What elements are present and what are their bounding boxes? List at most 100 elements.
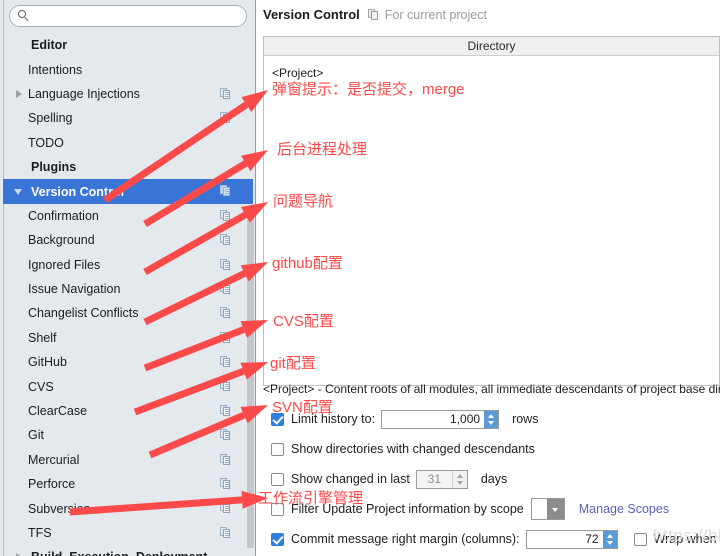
sidebar-item-ignored-files[interactable]: Ignored Files (3, 253, 253, 277)
sidebar-item-github[interactable]: GitHub (3, 350, 253, 374)
sidebar-item-label: Plugins (31, 160, 77, 175)
commit-margin-label: Commit message right margin (columns): (291, 532, 520, 546)
limit-history-label: Limit history to: (291, 412, 376, 426)
copy-settings-icon[interactable] (220, 526, 231, 539)
sidebar-item-label: Editor (31, 38, 68, 53)
sidebar-scrollbar[interactable] (246, 213, 255, 551)
sidebar-item-perforce[interactable]: Perforce (3, 472, 253, 496)
sidebar-item-build-execution-deployment[interactable]: Build, Execution, Deployment (3, 545, 253, 556)
copy-settings-icon[interactable] (220, 282, 231, 295)
sidebar-item-label: Build, Execution, Deployment (31, 550, 207, 556)
copy-settings-icon[interactable] (220, 404, 231, 417)
sidebar-item-confirmation[interactable]: Confirmation (3, 204, 253, 228)
sidebar-item-label: Confirmation (28, 208, 99, 223)
option-show-changed[interactable]: Show changed in last 31 days (263, 464, 720, 494)
sidebar-item-version-control[interactable]: Version Control (3, 179, 253, 204)
panel-subtitle: For current project (384, 7, 487, 22)
settings-tree[interactable]: Editor Intentions Language Injections Spell… (3, 33, 253, 556)
limit-history-stepper[interactable]: 1,000 (381, 409, 500, 429)
table-body[interactable]: <Project> (264, 56, 719, 386)
directory-table[interactable]: Directory <Project> (263, 36, 720, 386)
sidebar-scrollbar-thumb[interactable] (247, 213, 254, 548)
limit-history-stepper-arrows[interactable] (484, 410, 499, 428)
commit-margin-value[interactable]: 72 (527, 531, 603, 548)
sidebar-item-label: TODO (28, 135, 64, 150)
copy-page-icon[interactable] (367, 8, 379, 21)
copy-settings-icon[interactable] (220, 453, 231, 466)
sidebar-item-issue-navigation[interactable]: Issue Navigation (3, 277, 253, 301)
chevron-right-icon[interactable] (13, 550, 27, 556)
sidebar-item-label: Spelling (28, 111, 73, 126)
table-row[interactable]: <Project> (272, 66, 323, 80)
directory-description: <Project> - Content roots of all modules… (263, 382, 720, 396)
show-changed-checkbox[interactable] (271, 472, 284, 486)
sidebar-item-label: CVS (28, 379, 54, 394)
option-limit-history[interactable]: Limit history to: 1,000 rows (263, 404, 720, 434)
search-input[interactable] (35, 8, 239, 24)
copy-settings-icon[interactable] (220, 87, 231, 100)
sidebar-item-shelf[interactable]: Shelf (3, 326, 253, 350)
filter-scope-checkbox[interactable] (271, 502, 284, 516)
limit-history-checkbox[interactable] (271, 412, 284, 426)
copy-settings-icon[interactable] (220, 234, 231, 246)
copy-settings-icon[interactable] (220, 185, 231, 197)
copy-settings-icon[interactable] (220, 112, 231, 124)
copy-settings-icon[interactable] (220, 331, 231, 344)
sidebar-item-label: TFS (28, 526, 52, 540)
commit-margin-stepper-arrows[interactable] (602, 530, 617, 548)
sidebar-item-git[interactable]: Git (3, 423, 253, 447)
commit-margin-stepper[interactable]: 72 (525, 529, 618, 549)
copy-settings-icon[interactable] (220, 429, 231, 441)
scope-dropdown[interactable] (530, 498, 565, 520)
sidebar-item-label: Perforce (28, 477, 76, 492)
show-changed-stepper-arrows[interactable] (451, 470, 467, 488)
copy-settings-icon[interactable] (220, 502, 231, 514)
sidebar-item-intentions[interactable]: Intentions (3, 57, 253, 81)
show-directories-checkbox[interactable] (271, 442, 284, 456)
sidebar-item-background[interactable]: Background (3, 228, 253, 252)
table-header-row: Directory (264, 37, 719, 56)
copy-settings-icon[interactable] (220, 209, 231, 222)
copy-settings-icon[interactable] (220, 478, 231, 490)
chevron-right-icon[interactable] (13, 87, 27, 101)
copy-settings-icon[interactable] (220, 258, 231, 271)
show-changed-value[interactable]: 31 (417, 471, 452, 488)
sidebar-item-mercurial[interactable]: Mercurial (3, 448, 253, 472)
sidebar-item-label: Issue Navigation (28, 282, 121, 297)
sidebar-item-label: Ignored Files (28, 257, 101, 272)
chevron-down-icon[interactable] (13, 185, 27, 199)
sidebar-item-plugins[interactable]: Plugins (3, 155, 253, 179)
sidebar-item-label: ClearCase (28, 404, 88, 419)
option-show-directories[interactable]: Show directories with changed descendant… (263, 434, 720, 464)
column-header-directory: Directory (467, 39, 516, 53)
copy-settings-icon[interactable] (220, 307, 231, 319)
manage-scopes-link[interactable]: Manage Scopes (579, 502, 669, 516)
show-directories-label: Show directories with changed descendant… (291, 442, 535, 456)
copy-settings-icon[interactable] (220, 356, 231, 368)
sidebar-item-editor[interactable]: Editor (3, 33, 253, 57)
show-changed-stepper[interactable]: 31 (415, 469, 468, 489)
chevron-down-icon[interactable] (546, 499, 564, 519)
option-commit-margin[interactable]: Commit message right margin (columns): 7… (263, 524, 720, 554)
commit-margin-checkbox[interactable] (271, 532, 284, 546)
sidebar-item-clearcase[interactable]: ClearCase (3, 399, 253, 423)
sidebar-item-cvs[interactable]: CVS (3, 374, 253, 398)
sidebar-item-tfs[interactable]: TFS (3, 521, 253, 545)
filter-scope-label: Filter Update Project information by sco… (291, 502, 524, 516)
limit-history-suffix: rows (512, 412, 539, 426)
sidebar-item-label: Mercurial (28, 452, 80, 467)
wrap-when-checkbox[interactable] (633, 532, 647, 546)
sidebar-item-subversion[interactable]: Subversion (3, 496, 253, 520)
scope-dropdown-value[interactable] (532, 499, 547, 519)
sidebar-item-label: Intentions (28, 62, 83, 77)
search-field-wrapper[interactable] (9, 5, 247, 27)
options-form: Limit history to: 1,000 rows Show direct… (263, 404, 720, 554)
sidebar-item-changelist-conflicts[interactable]: Changelist Conflicts (3, 301, 253, 325)
limit-history-value[interactable]: 1,000 (382, 411, 484, 428)
sidebar-item-spelling[interactable]: Spelling (3, 106, 253, 130)
search-box[interactable] (9, 5, 247, 27)
sidebar-item-language-injections[interactable]: Language Injections (3, 82, 253, 106)
copy-settings-icon[interactable] (220, 380, 231, 392)
sidebar-item-todo[interactable]: TODO (3, 131, 253, 155)
option-filter-scope[interactable]: Filter Update Project information by sco… (263, 494, 720, 524)
